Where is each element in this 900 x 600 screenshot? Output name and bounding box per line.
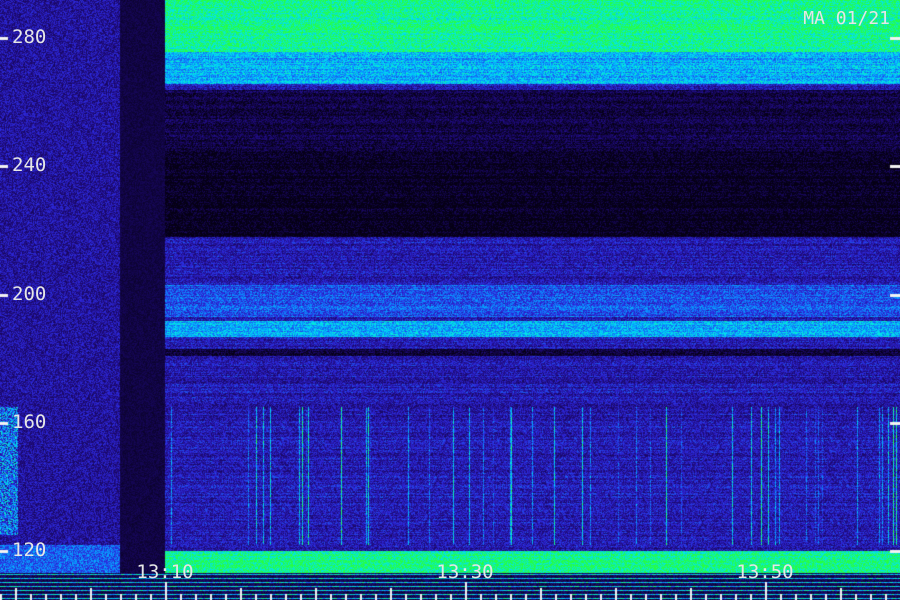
y-tick-label: 160 (12, 410, 47, 433)
y-tick-label: 240 (12, 154, 47, 177)
x-tick-label: 13:10 (136, 561, 194, 583)
y-tick-label: 280 (12, 26, 47, 49)
spectrogram-plot (0, 0, 900, 600)
date-stamp: MA 01/21 (803, 8, 890, 29)
x-tick-label: 13:50 (736, 561, 794, 583)
y-tick-label: 200 (12, 282, 47, 305)
x-tick-label: 13:30 (436, 561, 494, 583)
y-tick-label: 120 (12, 538, 47, 561)
